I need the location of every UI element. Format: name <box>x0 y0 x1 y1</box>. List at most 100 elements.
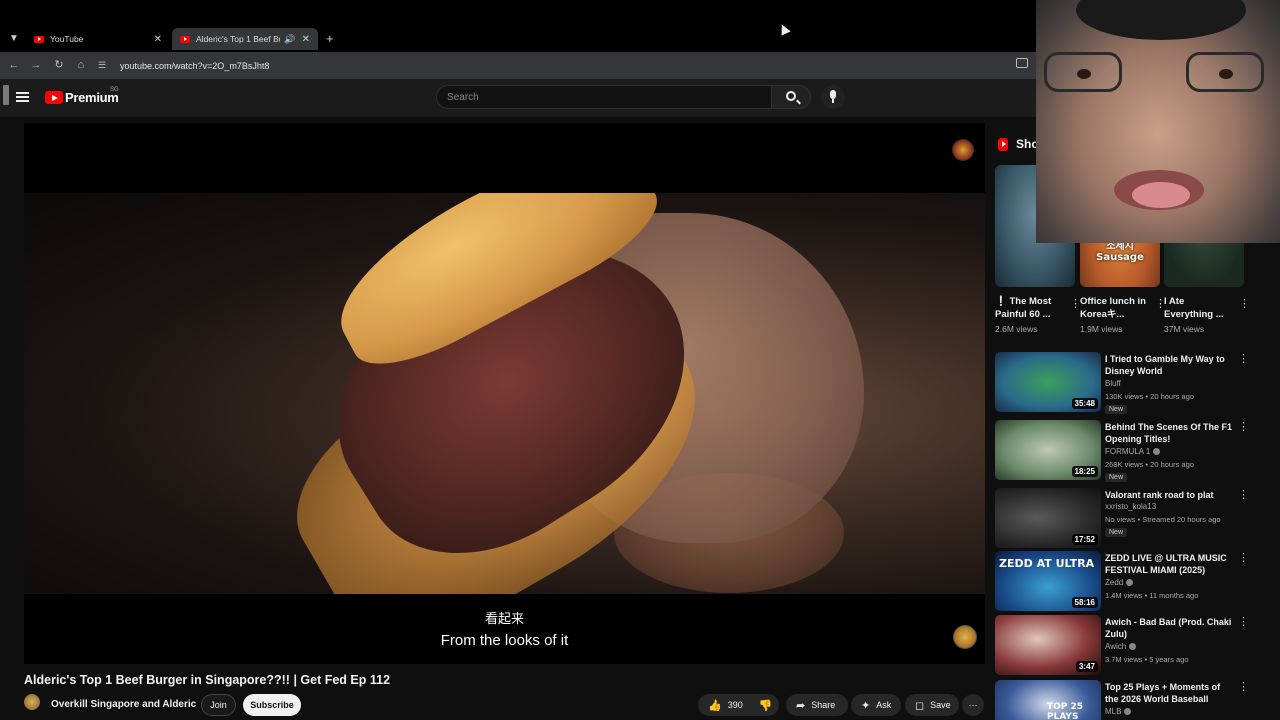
close-tab-icon[interactable]: ✕ <box>302 34 310 45</box>
search-button[interactable] <box>771 85 811 109</box>
more-vertical-icon[interactable]: ⋮ <box>1239 297 1250 310</box>
recommended-video[interactable]: TOP 25 PLAYS Top 25 Plays + Moments of t… <box>995 680 1260 720</box>
youtube-logo-icon[interactable] <box>45 91 63 104</box>
more-vertical-icon[interactable]: ⋮ <box>1238 420 1249 433</box>
menu-hamburger-icon[interactable] <box>16 92 29 102</box>
tab-video[interactable]: Alderic's Top 1 Beef Burger 🔊 ✕ <box>172 28 318 50</box>
eye-left <box>1077 69 1091 79</box>
video-meta: 130K views • 20 hours ago <box>1105 392 1194 401</box>
channel-name[interactable]: Bluff <box>1105 379 1121 388</box>
tab-search-chevron-icon[interactable]: ▼ <box>6 31 22 47</box>
video-frame-burger <box>24 193 985 594</box>
video-meta: 3.7M views • 5 years ago <box>1105 655 1189 664</box>
tab-title: Alderic's Top 1 Beef Burger <box>196 34 280 44</box>
channel-name-text: Awich <box>1105 642 1127 651</box>
webcam-glasses <box>1042 52 1274 94</box>
recommended-video[interactable]: 3:47 Awich - Bad Bad (Prod. Chaki Zulu) … <box>995 615 1260 677</box>
channel-watermark-icon[interactable] <box>952 139 974 161</box>
thumbnail-text: TOP 25 PLAYS <box>1047 702 1084 720</box>
like-count[interactable]: 390 <box>728 700 743 710</box>
region-code: SG <box>110 87 119 93</box>
ask-button[interactable]: ✦ Ask <box>851 694 901 716</box>
voice-search-mic-icon[interactable] <box>821 85 845 109</box>
channel-name[interactable]: xxristo_kola13 <box>1105 502 1156 511</box>
verified-icon <box>1129 643 1137 651</box>
video-meta: No views • Streamed 20 hours ago <box>1105 515 1221 524</box>
channel-badge-icon[interactable] <box>953 625 977 649</box>
search-placeholder: Search <box>447 91 479 103</box>
channel-name[interactable]: Awich <box>1105 642 1137 651</box>
recommended-video[interactable]: ZEDD AT ULTRA 58:16 ZEDD LIVE @ ULTRA MU… <box>995 551 1260 613</box>
video-thumbnail[interactable]: ZEDD AT ULTRA 58:16 <box>995 551 1101 611</box>
webcam-hair <box>1076 0 1246 40</box>
subscribe-button[interactable]: Subscribe <box>243 694 301 716</box>
channel-name-text: MLB <box>1105 707 1122 716</box>
more-vertical-icon[interactable]: ⋮ <box>1238 680 1249 693</box>
webcam-overlay <box>1036 0 1280 243</box>
new-badge: New <box>1105 405 1128 414</box>
channel-name[interactable]: FORMULA 1 <box>1105 447 1161 456</box>
video-thumbnail[interactable]: 3:47 <box>995 615 1101 675</box>
caption-chinese: 看起来 <box>484 612 524 627</box>
share-button[interactable]: ➦ Share <box>786 694 848 716</box>
site-info-icon[interactable]: ☰ <box>98 60 112 71</box>
short-title[interactable]: I Ate Everything ... <box>1164 295 1244 322</box>
recommended-video[interactable]: 18:25 Behind The Scenes Of The F1 Openin… <box>995 420 1260 482</box>
recommended-video[interactable]: 35:48 I Tried to Gamble My Way to Disney… <box>995 352 1260 414</box>
url-text: youtube.com/watch?v=2O_m7BsJht8 <box>120 60 270 71</box>
back-arrow-icon[interactable]: ← <box>6 57 22 73</box>
more-actions-button[interactable]: ⋯ <box>962 694 984 716</box>
youtube-favicon-icon <box>180 35 190 43</box>
channel-avatar[interactable] <box>24 694 40 710</box>
video-player[interactable]: 看起来 From the looks of it <box>24 123 985 664</box>
more-vertical-icon[interactable]: ⋮ <box>1238 352 1249 365</box>
close-tab-icon[interactable]: ✕ <box>154 34 162 45</box>
more-vertical-icon[interactable]: ⋮ <box>1238 615 1249 628</box>
more-horizontal-icon: ⋯ <box>968 699 978 710</box>
video-title[interactable]: Awich - Bad Bad (Prod. Chaki Zulu) <box>1105 616 1233 640</box>
video-thumbnail[interactable]: 17:52 <box>995 488 1101 548</box>
duration-badge: 3:47 <box>1075 661 1098 672</box>
channel-name[interactable]: Overkill Singapore and Alderic <box>51 699 196 710</box>
duration-badge: 17:52 <box>1071 534 1098 545</box>
reload-icon[interactable]: ↻ <box>51 57 67 73</box>
thumbs-up-icon[interactable]: 👍 <box>708 699 722 712</box>
address-bar[interactable]: ☰ youtube.com/watch?v=2O_m7BsJht8 <box>98 55 1038 76</box>
channel-name[interactable]: MLB <box>1105 707 1132 716</box>
youtube-favicon-icon <box>34 35 44 43</box>
eye-right <box>1219 69 1233 79</box>
tab-youtube[interactable]: YouTube ✕ <box>26 28 170 50</box>
video-title[interactable]: Valorant rank road to plat <box>1105 489 1233 501</box>
cast-icon[interactable] <box>1016 58 1028 68</box>
share-label: Share <box>811 700 836 710</box>
forward-arrow-icon[interactable]: → <box>28 57 44 73</box>
video-thumbnail[interactable]: 18:25 <box>995 420 1101 480</box>
speaker-icon[interactable]: 🔊 <box>284 34 295 45</box>
video-title[interactable]: Top 25 Plays + Moments of the 2026 World… <box>1105 681 1233 705</box>
recommended-video[interactable]: 17:52 Valorant rank road to plat xxristo… <box>995 488 1260 550</box>
channel-name-text: FORMULA 1 <box>1105 447 1151 456</box>
new-tab-plus-icon[interactable]: + <box>326 31 334 46</box>
short-title[interactable]: Office lunch in Koreaキ... <box>1080 295 1160 322</box>
more-vertical-icon[interactable]: ⋮ <box>1238 551 1249 564</box>
video-title[interactable]: I Tried to Gamble My Way to Disney World <box>1105 353 1233 377</box>
shorts-logo-icon <box>998 137 1008 151</box>
home-icon[interactable]: ⌂ <box>73 57 89 73</box>
short-views: 1.9M views <box>1080 324 1123 334</box>
search-input[interactable]: Search <box>436 85 772 109</box>
video-thumbnail[interactable]: TOP 25 PLAYS <box>995 680 1101 720</box>
save-button[interactable]: ◻ Save <box>905 694 959 716</box>
channel-name[interactable]: Zedd <box>1105 578 1134 587</box>
duration-badge: 35:48 <box>1071 398 1098 409</box>
short-title[interactable]: ❕ The Most Painful 60 ... <box>995 295 1075 322</box>
short-views: 2.6M views <box>995 324 1038 334</box>
verified-icon <box>1124 708 1132 716</box>
video-title[interactable]: Behind The Scenes Of The F1 Opening Titl… <box>1105 421 1233 445</box>
join-button[interactable]: Join <box>201 694 236 716</box>
video-title[interactable]: ZEDD LIVE @ ULTRA MUSIC FESTIVAL MIAMI (… <box>1105 552 1233 576</box>
video-title: Alderic's Top 1 Beef Burger in Singapore… <box>24 673 391 687</box>
new-badge: New <box>1105 473 1128 482</box>
video-thumbnail[interactable]: 35:48 <box>995 352 1101 412</box>
more-vertical-icon[interactable]: ⋮ <box>1238 488 1249 501</box>
thumbs-down-icon[interactable]: 👎 <box>759 699 773 712</box>
